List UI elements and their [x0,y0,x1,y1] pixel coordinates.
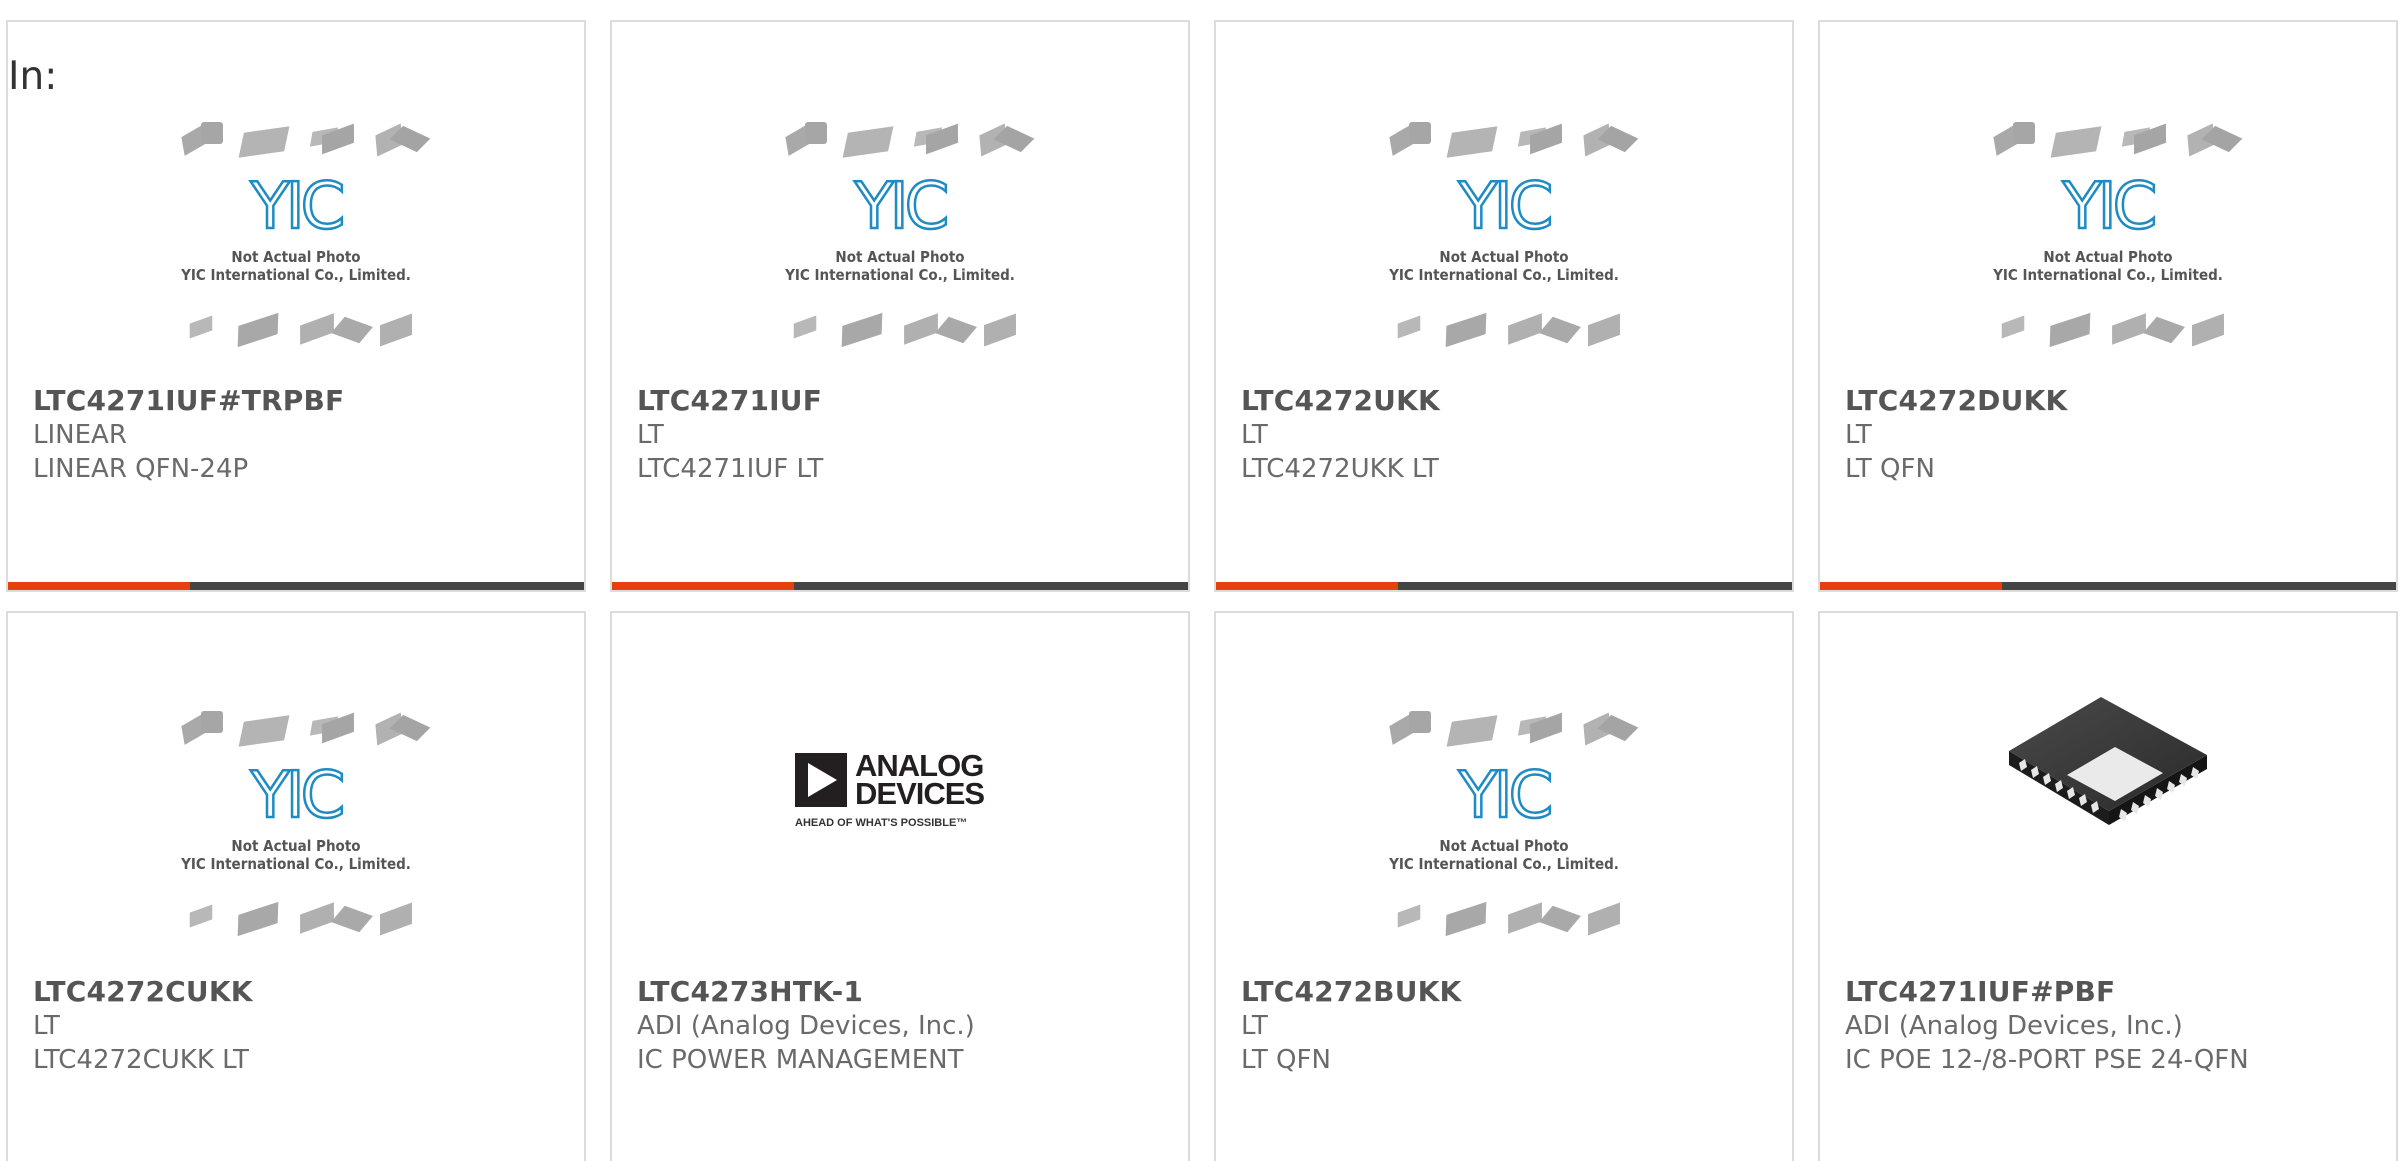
part-number: LTC4272CUKK [33,975,253,1008]
description: LINEAR QFN-24P [33,454,249,484]
product-image: ANALOG DEVICES AHEAD OF WHAT'S POSSIBLE™ [612,701,1188,961]
card-bottom-bar [1216,582,1792,590]
manufacturer: LT [1241,1011,1268,1041]
logo-tagline: AHEAD OF WHAT'S POSSIBLE™ [795,817,968,829]
product-image: YIC Not Actual Photo YIC International C… [1216,112,1792,372]
description: LTC4272CUKK LT [33,1045,249,1075]
part-number: LTC4273HTK-1 [637,975,864,1008]
part-number: LTC4271IUF#PBF [1845,975,2116,1008]
part-number: LTC4271IUF#TRPBF [33,384,345,417]
card-bottom-bar [8,582,584,590]
placeholder-image-icon: YIC Not Actual Photo YIC International C… [1369,701,1639,941]
description: IC POE 12-/8-PORT PSE 24-QFN [1845,1045,2249,1075]
manufacturer: ADI (Analog Devices, Inc.) [1845,1011,2183,1041]
product-card[interactable]: LTC4271IUF#PBF ADI (Analog Devices, Inc.… [1818,611,2398,1161]
manufacturer: LT [1845,420,1872,450]
product-card[interactable]: YIC Not Actual Photo YIC International C… [1818,20,2398,592]
manufacturer: LT [33,1011,60,1041]
section-heading: In: [8,54,58,99]
placeholder-image-icon: YIC Not Actual Photo YIC International C… [161,701,431,941]
placeholder-image-icon: YIC Not Actual Photo YIC International C… [1369,112,1639,352]
part-number: LTC4272DUKK [1845,384,2068,417]
product-grid: YIC Not Actual Photo YIC International C… [0,0,2400,1161]
description: IC POWER MANAGEMENT [637,1045,964,1075]
manufacturer: LINEAR [33,420,127,450]
product-image [1820,683,2396,943]
product-image: YIC Not Actual Photo YIC International C… [8,112,584,372]
product-image: YIC Not Actual Photo YIC International C… [1216,701,1792,961]
product-image: YIC Not Actual Photo YIC International C… [612,112,1188,372]
logo-line2: DEVICES [855,776,985,811]
placeholder-image-icon: YIC Not Actual Photo YIC International C… [161,112,431,352]
analog-devices-logo: ANALOG DEVICES AHEAD OF WHAT'S POSSIBLE™ [795,750,1005,835]
manufacturer: LT [637,420,664,450]
description: LT QFN [1241,1045,1331,1075]
card-bottom-bar [612,582,1188,590]
product-image: YIC Not Actual Photo YIC International C… [8,701,584,961]
description: LTC4271IUF LT [637,454,824,484]
placeholder-image-icon: YIC Not Actual Photo YIC International C… [1973,112,2243,352]
product-card[interactable]: YIC Not Actual Photo YIC International C… [6,20,586,592]
description: LTC4272UKK LT [1241,454,1439,484]
product-card[interactable]: ANALOG DEVICES AHEAD OF WHAT'S POSSIBLE™… [610,611,1190,1161]
manufacturer: ADI (Analog Devices, Inc.) [637,1011,975,1041]
product-card[interactable]: YIC Not Actual Photo YIC International C… [1214,20,1794,592]
placeholder-image-icon: YIC Not Actual Photo YIC International C… [765,112,1035,352]
product-image: YIC Not Actual Photo YIC International C… [1820,112,2396,372]
qfn-chip-icon [2003,683,2213,873]
product-card[interactable]: YIC Not Actual Photo YIC International C… [6,611,586,1161]
product-card[interactable]: YIC Not Actual Photo YIC International C… [610,20,1190,592]
part-number: LTC4271IUF [637,384,823,417]
product-card[interactable]: YIC Not Actual Photo YIC International C… [1214,611,1794,1161]
manufacturer: LT [1241,420,1268,450]
card-bottom-bar [1820,582,2396,590]
part-number: LTC4272BUKK [1241,975,1462,1008]
part-number: LTC4272UKK [1241,384,1440,417]
description: LT QFN [1845,454,1935,484]
